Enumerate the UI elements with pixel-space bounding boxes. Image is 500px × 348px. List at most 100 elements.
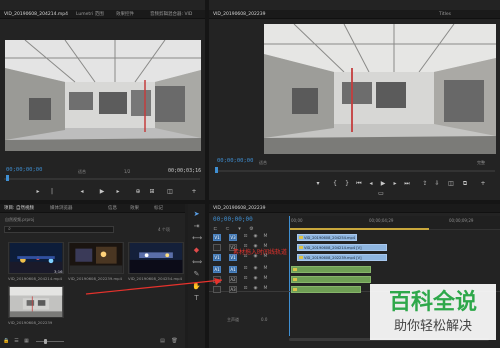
program-export-frame-icon[interactable]: ◫: [447, 180, 455, 188]
ripple-edit-tool-icon[interactable]: ⟷: [192, 234, 202, 242]
program-step-forward-icon[interactable]: ▸: [391, 180, 399, 188]
audio-clip[interactable]: [291, 286, 361, 293]
source-fit-label[interactable]: 适合: [78, 169, 86, 175]
tab-markers[interactable]: 标记: [154, 205, 163, 213]
zoom-slider[interactable]: [36, 341, 64, 342]
track-a2-toggle-icon[interactable]: ◉: [251, 275, 260, 283]
track-name-a2[interactable]: A2: [229, 276, 237, 283]
tab-lumetri-scopes[interactable]: Lumetri 范围: [76, 11, 104, 19]
tab-info[interactable]: 信息: [108, 205, 117, 213]
audio-clip[interactable]: [291, 266, 371, 273]
video-clip[interactable]: VID_20190608_204214.mp4 [V]: [297, 244, 387, 251]
snap-icon[interactable]: ⊏: [211, 225, 220, 233]
program-mark-in-icon[interactable]: {: [331, 180, 339, 188]
video-clip[interactable]: VID_20190608_202239.mp4 [V]: [297, 254, 387, 261]
zoom-slider-handle[interactable]: [44, 339, 47, 344]
track-a2-mute-icon[interactable]: M: [261, 275, 270, 283]
source-export-frame-icon[interactable]: ◫: [166, 188, 174, 196]
track-a1-lock-icon[interactable]: ⊡: [241, 265, 250, 273]
source-timecode-current[interactable]: 00;00;00;00: [6, 167, 42, 173]
program-go-out-icon[interactable]: ⏭: [403, 180, 411, 188]
list-view-icon[interactable]: ☰: [12, 337, 21, 345]
track-target-v3[interactable]: V1: [213, 234, 221, 241]
master-track-value[interactable]: 0.0: [261, 317, 267, 322]
new-item-icon[interactable]: ▤: [158, 337, 167, 345]
selection-tool-icon[interactable]: ➤: [192, 210, 201, 218]
program-playhead[interactable]: [215, 167, 218, 173]
tab-source-clip[interactable]: VID_20190608_204214.mp4: [4, 11, 68, 19]
track-a3-toggle-icon[interactable]: ◉: [251, 285, 260, 293]
project-thumb-2[interactable]: [68, 242, 124, 274]
project-thumb-3[interactable]: [128, 242, 184, 274]
source-step-forward-icon[interactable]: ▸: [114, 188, 122, 196]
track-target-v2[interactable]: [213, 244, 221, 251]
timeline-settings-icon[interactable]: ⚙: [247, 225, 256, 233]
source-insert-icon[interactable]: ⊕: [134, 188, 142, 196]
track-target-v1[interactable]: V1: [213, 254, 221, 261]
linked-selection-icon[interactable]: ⊂: [223, 225, 232, 233]
fx-badge-icon: [293, 288, 297, 291]
program-go-in-icon[interactable]: ⏮: [355, 180, 363, 188]
track-a1-mute-icon[interactable]: M: [261, 265, 270, 273]
track-v3-lock-icon[interactable]: ⊡: [241, 233, 250, 241]
tab-sequence[interactable]: VID_20190608_202239: [213, 205, 265, 213]
tab-effect-controls[interactable]: 效果控件: [116, 11, 134, 19]
source-mark-in-icon[interactable]: ▸: [34, 188, 42, 196]
program-compare-icon[interactable]: ⧉: [461, 180, 469, 188]
project-tabbar: 项目: 自然视频 媒体浏览器 信息 效果 标记: [0, 204, 185, 213]
video-clip[interactable]: VID_20190608_204254.mp4 [V]: [297, 234, 357, 241]
project-search-input[interactable]: [4, 226, 114, 233]
source-playhead[interactable]: [6, 175, 9, 181]
track-a3-lock-icon[interactable]: ⊡: [241, 285, 250, 293]
add-marker-icon[interactable]: ▾: [235, 225, 244, 233]
project-thumb-1-label: VID_20190608_204214.mp4: [8, 276, 62, 281]
program-extract-icon[interactable]: ⇩: [433, 180, 441, 188]
source-mark-out-icon[interactable]: |: [48, 188, 56, 196]
trash-icon[interactable]: 🗑: [170, 337, 179, 345]
project-thumb-4[interactable]: [8, 286, 64, 318]
tab-effects[interactable]: 效果: [130, 205, 139, 213]
timeline-playhead[interactable]: [289, 216, 290, 336]
tab-project[interactable]: 项目: 自然视频: [4, 205, 34, 213]
track-v3-toggle-icon[interactable]: ◉: [251, 233, 260, 241]
source-page-label[interactable]: 1/2: [124, 169, 130, 174]
track-v3-mute-icon[interactable]: M: [261, 233, 270, 241]
tab-program-extra-titles[interactable]: Titles: [439, 11, 451, 19]
razor-tool-icon[interactable]: ◆: [192, 246, 201, 254]
program-add-button-icon[interactable]: +: [479, 180, 487, 188]
program-settings-icon[interactable]: ▭: [377, 190, 385, 198]
program-fit-label[interactable]: 适合: [259, 160, 267, 166]
source-overwrite-icon[interactable]: ⊞: [148, 188, 156, 196]
audio-clip[interactable]: [291, 276, 371, 283]
tab-audio-clip-mixer[interactable]: 音频剪辑混合器: VID: [150, 11, 192, 19]
track-a2-lock-icon[interactable]: ⊡: [241, 275, 250, 283]
slip-tool-icon[interactable]: ⟺: [192, 258, 202, 266]
program-step-back-icon[interactable]: ◂: [367, 180, 375, 188]
tab-media-browser[interactable]: 媒体浏览器: [50, 205, 73, 213]
program-play-icon[interactable]: ▶: [379, 180, 387, 188]
track-name-a1[interactable]: A1: [229, 266, 237, 273]
icon-view-icon[interactable]: ▦: [22, 337, 31, 345]
program-page-label[interactable]: 完整: [477, 160, 485, 166]
timeline-timecode[interactable]: 00;00;00;00: [213, 216, 253, 223]
program-scrubber[interactable]: [215, 170, 495, 172]
track-a1-toggle-icon[interactable]: ◉: [251, 265, 260, 273]
track-name-v3[interactable]: V3: [229, 234, 237, 241]
lock-icon[interactable]: 🔒: [2, 337, 11, 345]
track-a3-mute-icon[interactable]: M: [261, 285, 270, 293]
program-lift-icon[interactable]: ⇪: [421, 180, 429, 188]
work-area-bar[interactable]: [289, 228, 429, 230]
program-mark-out-icon[interactable]: }: [343, 180, 351, 188]
source-scrubber[interactable]: [4, 178, 200, 180]
project-thumb-1-duration: 3;16: [54, 269, 63, 274]
program-timecode-current[interactable]: 00;00;00;00: [217, 158, 253, 164]
source-step-back-icon[interactable]: ◂: [78, 188, 86, 196]
track-select-tool-icon[interactable]: ⇥: [192, 222, 201, 230]
fx-badge-icon: [299, 236, 303, 239]
source-add-button-icon[interactable]: +: [190, 188, 198, 196]
program-marker-icon[interactable]: ▾: [314, 180, 322, 188]
track-target-a1[interactable]: A1: [213, 266, 221, 273]
track-name-a3[interactable]: A3: [229, 286, 237, 293]
source-play-icon[interactable]: ▶: [98, 188, 106, 196]
tab-program-sequence[interactable]: VID_20190608_202239: [213, 11, 265, 19]
